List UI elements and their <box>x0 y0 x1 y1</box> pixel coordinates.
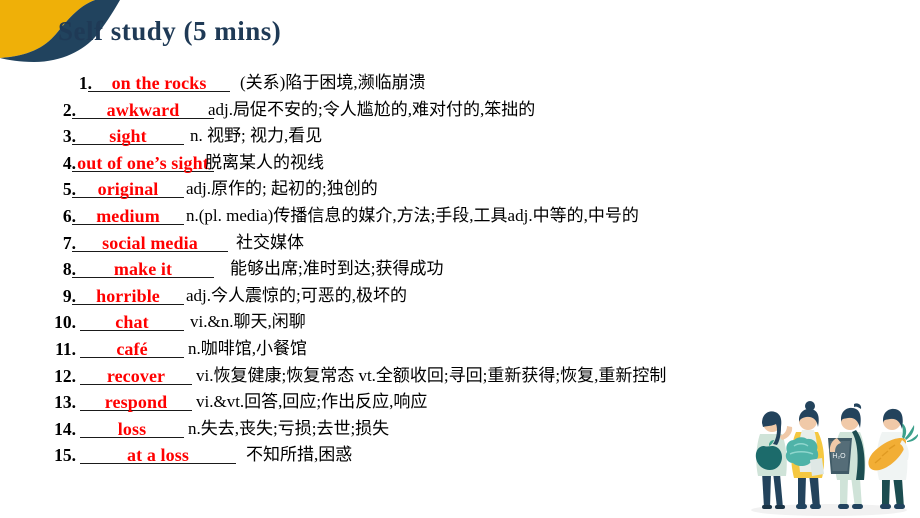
vocab-answer-text: awkward <box>106 99 180 120</box>
vocab-answer-text: recover <box>106 365 166 386</box>
vocab-answer-blank[interactable]: original <box>72 176 184 200</box>
vocab-answer-blank[interactable]: sight <box>72 123 184 147</box>
vocab-answer-text: original <box>97 179 159 200</box>
vocab-answer-text: on the rocks <box>111 73 207 93</box>
vocab-row: 8. make it 能够出席;准时到达;获得成功 <box>0 256 920 283</box>
h2o-label: H₂O <box>832 453 846 460</box>
vocab-row: 1. on the rocks (关系)陷于困境,濒临崩溃 <box>0 70 920 97</box>
vocab-definition: vi.&n.聊天,闲聊 <box>190 312 306 332</box>
vocab-row: 12. recover vi.恢复健康;恢复常态 vt.全额收回;寻回;重新获得;恢… <box>0 363 920 390</box>
vocab-answer-blank[interactable]: café <box>80 336 184 359</box>
vocab-answer-text: loss <box>117 418 147 439</box>
page-title: Self study (5 mins) <box>58 16 282 46</box>
vocab-item-number: 14. <box>54 418 76 439</box>
vocab-answer-blank[interactable]: horrible <box>72 283 184 306</box>
vocab-answer-blank[interactable]: social media <box>72 230 228 253</box>
person-with-broccoli <box>785 401 825 509</box>
vocab-answer-text: at a loss <box>127 445 189 466</box>
vocab-answer-blank[interactable]: respond <box>80 389 192 413</box>
vocab-definition: 脱离某人的视线 <box>205 152 324 172</box>
vocab-answer-blank[interactable]: at a loss <box>80 442 236 466</box>
vocab-definition: 能够出席;准时到达;获得成功 <box>230 259 444 279</box>
vocab-item-number: 12. <box>54 365 76 386</box>
vocab-item-number: 10. <box>54 312 76 333</box>
vocab-definition: vi.&vt.回答,回应;作出反应,响应 <box>196 392 428 412</box>
vocab-answer-blank[interactable]: on the rocks <box>88 70 230 93</box>
vocab-answer-blank[interactable]: medium <box>72 203 184 226</box>
vocab-answer-blank[interactable]: recover <box>80 363 192 386</box>
vocab-definition: adj.原作的; 起初的;独创的 <box>186 179 378 199</box>
vocab-row: 7. social media 社交媒体 <box>0 230 920 257</box>
vocab-row: 10. chat vi.&n.聊天,闲聊 <box>0 309 920 336</box>
vocab-answer-blank[interactable]: chat <box>80 309 184 333</box>
vocab-row: 11. café n.咖啡馆,小餐馆 <box>0 336 920 363</box>
vocab-row: 9. horrible adj.今人震惊的;可恶的,极坏的 <box>0 283 920 310</box>
vocab-definition: 不知所措,困惑 <box>246 445 353 465</box>
vocab-row: 5. original adj.原作的; 起初的;独创的 <box>0 176 920 203</box>
vocab-answer-blank[interactable]: out of one’s sight <box>72 150 214 173</box>
vocab-row: 3. sight n. 视野; 视力,看见 <box>0 123 920 150</box>
vocab-answer-text: sight <box>109 126 147 147</box>
vocab-item-number: 15. <box>54 445 76 466</box>
people-illustration: H₂O <box>751 401 918 516</box>
vocab-answer-text: café <box>116 338 148 359</box>
vocab-answer-blank[interactable]: awkward <box>72 97 214 120</box>
vocab-answer-text: medium <box>96 205 160 226</box>
vocab-row: 6. medium n.(pl. media)传播信息的媒介,方法;手段,工具adj… <box>0 203 920 230</box>
vocab-definition: (关系)陷于困境,濒临崩溃 <box>240 73 426 92</box>
vocab-answer-text: chat <box>115 312 149 333</box>
vocab-answer-text: respond <box>104 392 168 413</box>
vocab-answer-text: social media <box>102 232 198 253</box>
vocab-answer-blank[interactable]: make it <box>72 256 214 280</box>
vocab-definition: n.(pl. media)传播信息的媒介,方法;手段,工具adj.中等的,中号的 <box>186 205 639 225</box>
vocab-item-number: 11. <box>55 338 76 359</box>
person-with-carrot <box>868 408 918 509</box>
vocab-row: 2. awkward adj.局促不安的;令人尴尬的,难对付的,笨拙的 <box>0 97 920 124</box>
vocab-answer-text: horrible <box>96 285 160 306</box>
person-with-water-bottle: H₂O <box>828 403 866 509</box>
vocab-definition: n.咖啡馆,小餐馆 <box>188 338 307 358</box>
vocab-definition: n. 视野; 视力,看见 <box>190 126 323 146</box>
vocab-definition: adj.今人震惊的;可恶的,极坏的 <box>186 285 407 305</box>
person-with-apple <box>755 411 793 509</box>
vocab-answer-text: make it <box>113 259 173 280</box>
vocab-definition: n.失去,丧失;亏损;去世;损失 <box>188 418 390 438</box>
vocab-definition: 社交媒体 <box>236 232 304 252</box>
vocab-row: 4. out of one’s sight 脱离某人的视线 <box>0 150 920 177</box>
vocab-definition: adj.局促不安的;令人尴尬的,难对付的,笨拙的 <box>208 99 536 119</box>
vocab-answer-text: out of one’s sight <box>77 152 209 173</box>
vocab-item-number: 13. <box>54 392 76 413</box>
vocab-definition: vi.恢复健康;恢复常态 vt.全额收回;寻回;重新获得;恢复,重新控制 <box>196 365 667 385</box>
vocab-answer-blank[interactable]: loss <box>80 416 184 439</box>
